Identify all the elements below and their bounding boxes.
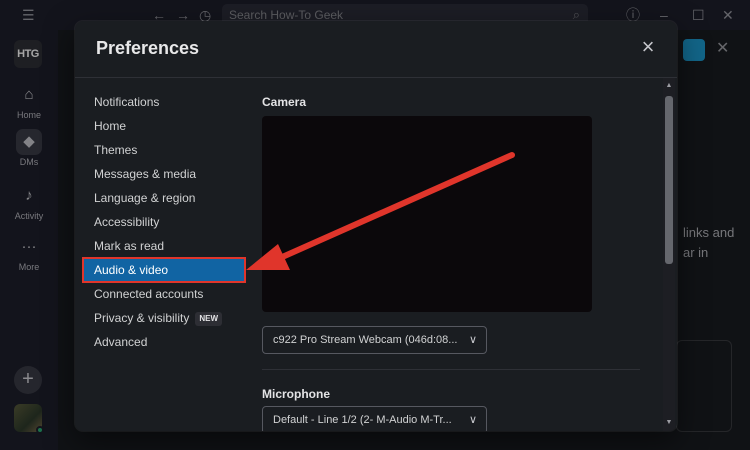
nav-label: Accessibility — [94, 215, 160, 229]
nav-label: Connected accounts — [94, 287, 204, 301]
section-divider — [262, 369, 640, 370]
scrollbar[interactable]: ▲ ▼ — [663, 78, 675, 431]
nav-item-themes[interactable]: Themes — [83, 138, 245, 162]
camera-preview — [262, 116, 592, 312]
nav-item-privacy-visibility[interactable]: Privacy & visibility NEW — [83, 306, 245, 330]
nav-item-language-region[interactable]: Language & region — [83, 186, 245, 210]
preferences-dialog: Preferences × Notifications Home Themes … — [75, 21, 677, 431]
nav-label: Home — [94, 119, 127, 133]
chevron-down-icon: ∨ — [468, 334, 477, 346]
nav-item-mark-as-read[interactable]: Mark as read — [83, 234, 245, 258]
nav-label: Language & region — [94, 191, 196, 205]
microphone-select-value: Default - Line 1/2 (2- M-Audio M-Tr... — [273, 414, 452, 426]
nav-label: Privacy & visibility — [94, 311, 190, 325]
nav-item-accessibility[interactable]: Accessibility — [83, 210, 245, 234]
camera-select-value: c922 Pro Stream Webcam (046d:08... — [273, 334, 458, 346]
nav-item-audio-video[interactable]: Audio & video — [82, 257, 246, 283]
close-icon[interactable]: × — [637, 36, 659, 59]
scroll-thumb[interactable] — [665, 96, 673, 264]
nav-label: Advanced — [94, 335, 148, 349]
new-badge: NEW — [195, 312, 223, 326]
nav-item-advanced[interactable]: Advanced — [83, 330, 245, 354]
microphone-heading: Microphone — [262, 387, 330, 401]
nav-item-messages-media[interactable]: Messages & media — [83, 162, 245, 186]
nav-label: Themes — [94, 143, 138, 157]
nav-item-home[interactable]: Home — [83, 114, 245, 138]
nav-label: Notifications — [94, 95, 160, 109]
camera-heading: Camera — [262, 95, 307, 109]
nav-label: Audio & video — [94, 263, 169, 277]
scroll-up-icon[interactable]: ▲ — [665, 82, 673, 89]
chevron-down-icon: ∨ — [468, 414, 477, 426]
nav-label: Messages & media — [94, 167, 197, 181]
dialog-header: Preferences × — [75, 21, 677, 78]
audio-video-settings: Camera c922 Pro Stream Webcam (046d:08..… — [262, 79, 660, 431]
nav-item-notifications[interactable]: Notifications — [83, 90, 245, 114]
dialog-title: Preferences — [96, 38, 200, 58]
preferences-nav: Notifications Home Themes Messages & med… — [82, 90, 246, 354]
scroll-down-icon[interactable]: ▼ — [665, 419, 673, 426]
microphone-select[interactable]: Default - Line 1/2 (2- M-Audio M-Tr... ∨ — [262, 406, 487, 431]
camera-select[interactable]: c922 Pro Stream Webcam (046d:08... ∨ — [262, 326, 487, 354]
nav-label: Mark as read — [94, 239, 165, 253]
nav-item-connected-accounts[interactable]: Connected accounts — [83, 282, 245, 306]
